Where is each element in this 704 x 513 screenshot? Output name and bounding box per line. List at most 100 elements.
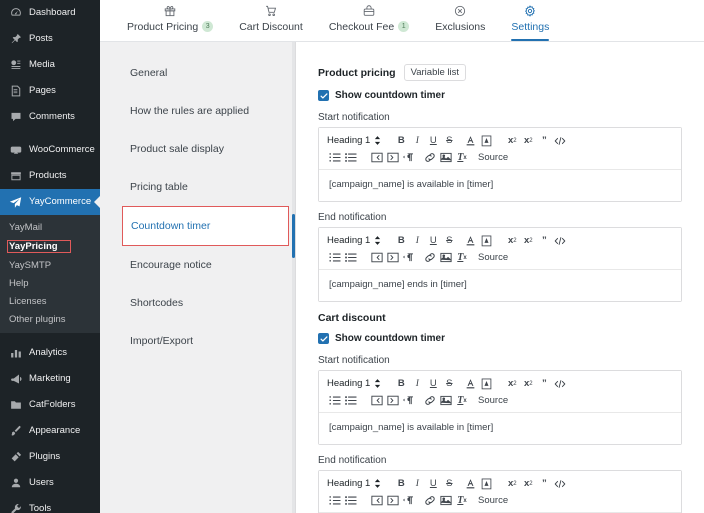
tab-cart-discount[interactable]: Cart Discount [226, 0, 316, 41]
blockquote-button[interactable]: ” [536, 234, 552, 248]
decrease-indent-icon[interactable] [369, 494, 385, 508]
heading-select[interactable]: Heading 1 [327, 135, 383, 146]
tab-checkout-fee[interactable]: Checkout Fee 1 [316, 0, 422, 41]
source-button[interactable]: Source [470, 152, 508, 163]
italic-button[interactable]: I [409, 477, 425, 491]
superscript-button[interactable]: x2 [520, 134, 536, 148]
link-icon[interactable] [422, 151, 438, 165]
decrease-indent-icon[interactable] [369, 394, 385, 408]
blockquote-button[interactable]: ” [536, 477, 552, 491]
submenu-item-yaysmtp[interactable]: YaySMTP [0, 256, 100, 274]
underline-button[interactable]: U [425, 477, 441, 491]
tab-settings[interactable]: Settings [498, 0, 562, 41]
text-direction-icon[interactable] [401, 394, 417, 408]
strikethrough-button[interactable]: S [441, 134, 457, 148]
background-color-icon[interactable] [478, 134, 494, 148]
sidebar-item-comments[interactable]: Comments [0, 104, 100, 130]
subscript-button[interactable]: x2 [504, 477, 520, 491]
source-code-icon[interactable] [552, 134, 568, 148]
background-color-icon[interactable] [478, 234, 494, 248]
heading-select[interactable]: Heading 1 [327, 235, 383, 246]
remove-format-icon[interactable]: Tx [454, 394, 470, 408]
sidebar-item-appearance[interactable]: Appearance [0, 418, 100, 444]
editor-content-end-notification-pp[interactable]: [campaign_name] ends in [timer] [319, 270, 681, 302]
subscript-button[interactable]: x2 [504, 234, 520, 248]
image-icon[interactable] [438, 151, 454, 165]
bold-button[interactable]: B [393, 377, 409, 391]
sidebar-item-analytics[interactable]: Analytics [0, 340, 100, 366]
submenu-item-help[interactable]: Help [0, 274, 100, 292]
tab-exclusions[interactable]: Exclusions [422, 0, 498, 41]
decrease-indent-icon[interactable] [369, 151, 385, 165]
inner-nav-item-pricing-table[interactable]: Pricing table [100, 168, 295, 206]
sidebar-item-marketing[interactable]: Marketing [0, 366, 100, 392]
strikethrough-button[interactable]: S [441, 234, 457, 248]
editor-content-start-notification-pp[interactable]: [campaign_name] is available in [timer] [319, 170, 681, 202]
submenu-item-other-plugins[interactable]: Other plugins [0, 310, 100, 328]
remove-format-icon[interactable]: Tx [454, 251, 470, 265]
text-color-icon[interactable] [462, 477, 478, 491]
superscript-button[interactable]: x2 [520, 234, 536, 248]
superscript-button[interactable]: x2 [520, 377, 536, 391]
italic-button[interactable]: I [409, 134, 425, 148]
sidebar-item-woocommerce[interactable]: WooCommerce [0, 137, 100, 163]
link-icon[interactable] [422, 251, 438, 265]
source-button[interactable]: Source [470, 252, 508, 263]
source-code-icon[interactable] [552, 234, 568, 248]
background-color-icon[interactable] [478, 477, 494, 491]
background-color-icon[interactable] [478, 377, 494, 391]
strikethrough-button[interactable]: S [441, 377, 457, 391]
underline-button[interactable]: U [425, 377, 441, 391]
source-button[interactable]: Source [470, 395, 508, 406]
numbered-list-icon[interactable] [327, 394, 343, 408]
heading-select[interactable]: Heading 1 [327, 478, 383, 489]
italic-button[interactable]: I [409, 377, 425, 391]
sidebar-item-yaycommerce[interactable]: YayCommerce [0, 189, 100, 215]
inner-nav-item-general[interactable]: General [100, 54, 295, 92]
sidebar-item-dashboard[interactable]: Dashboard [0, 0, 100, 26]
inner-nav-item-encourage-notice[interactable]: Encourage notice [100, 246, 295, 284]
editor-content-start-notification-cd[interactable]: [campaign_name] is available in [timer] [319, 413, 681, 445]
submenu-item-licenses[interactable]: Licenses [0, 292, 100, 310]
sidebar-item-plugins[interactable]: Plugins [0, 444, 100, 470]
show-countdown-timer-checkbox[interactable] [318, 333, 329, 345]
submenu-item-yaymail[interactable]: YayMail [0, 218, 100, 236]
tab-product-pricing[interactable]: Product Pricing 3 [114, 0, 226, 41]
decrease-indent-icon[interactable] [369, 251, 385, 265]
heading-select[interactable]: Heading 1 [327, 378, 383, 389]
bullet-list-icon[interactable] [343, 494, 359, 508]
increase-indent-icon[interactable] [385, 394, 401, 408]
underline-button[interactable]: U [425, 134, 441, 148]
show-countdown-timer-row-product-pricing[interactable]: Show countdown timer [318, 90, 682, 102]
inner-nav-item-import-export[interactable]: Import/Export [100, 322, 295, 360]
text-color-icon[interactable] [462, 134, 478, 148]
numbered-list-icon[interactable] [327, 151, 343, 165]
bullet-list-icon[interactable] [343, 251, 359, 265]
bullet-list-icon[interactable] [343, 151, 359, 165]
text-color-icon[interactable] [462, 377, 478, 391]
superscript-button[interactable]: x2 [520, 477, 536, 491]
sidebar-item-products[interactable]: Products [0, 163, 100, 189]
blockquote-button[interactable]: ” [536, 377, 552, 391]
inner-nav-item-countdown-timer[interactable]: Countdown timer [122, 206, 289, 246]
source-code-icon[interactable] [552, 377, 568, 391]
inner-nav-item-product-sale-display[interactable]: Product sale display [100, 130, 295, 168]
source-code-icon[interactable] [552, 477, 568, 491]
submenu-item-yaypricing[interactable]: YayPricing [0, 236, 100, 256]
sidebar-item-posts[interactable]: Posts [0, 26, 100, 52]
image-icon[interactable] [438, 251, 454, 265]
remove-format-icon[interactable]: Tx [454, 494, 470, 508]
sidebar-item-catfolders[interactable]: CatFolders [0, 392, 100, 418]
link-icon[interactable] [422, 494, 438, 508]
strikethrough-button[interactable]: S [441, 477, 457, 491]
sidebar-item-tools[interactable]: Tools [0, 496, 100, 513]
bullet-list-icon[interactable] [343, 394, 359, 408]
numbered-list-icon[interactable] [327, 251, 343, 265]
bold-button[interactable]: B [393, 134, 409, 148]
image-icon[interactable] [438, 394, 454, 408]
inner-nav-scrollbar-thumb[interactable] [292, 214, 295, 258]
sidebar-item-users[interactable]: Users [0, 470, 100, 496]
increase-indent-icon[interactable] [385, 494, 401, 508]
source-button[interactable]: Source [470, 495, 508, 506]
text-direction-icon[interactable] [401, 151, 417, 165]
